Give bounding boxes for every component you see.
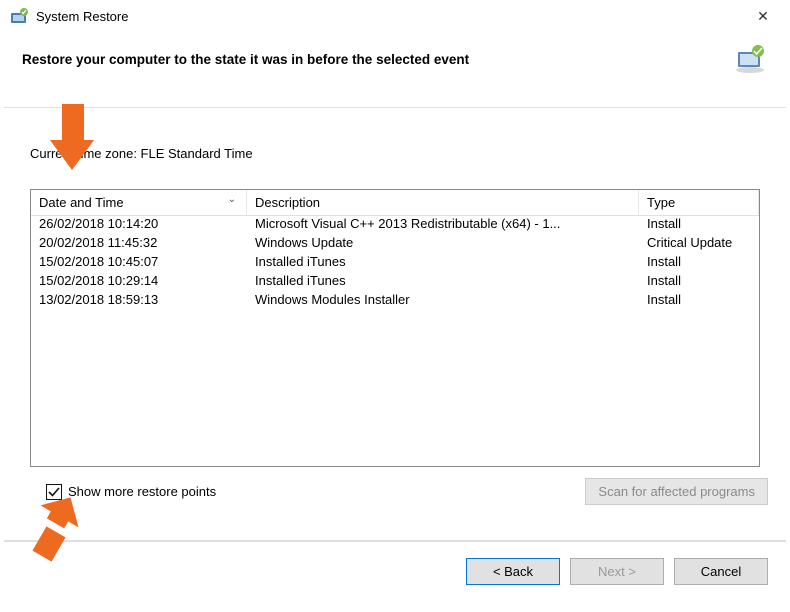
scan-affected-label: Scan for affected programs <box>598 484 755 499</box>
titlebar: System Restore ✕ <box>0 0 790 32</box>
column-header-type[interactable]: Type <box>639 190 759 215</box>
scan-affected-button[interactable]: Scan for affected programs <box>585 478 768 505</box>
table-row[interactable]: 15/02/2018 10:29:14 Installed iTunes Ins… <box>31 273 759 292</box>
timezone-label: Current time zone: FLE Standard Time <box>30 146 768 161</box>
column-header-type-label: Type <box>647 195 675 210</box>
bottom-divider <box>4 540 786 542</box>
system-restore-icon <box>10 7 28 25</box>
back-button-label: < Back <box>493 564 533 579</box>
next-button[interactable]: Next > <box>570 558 664 585</box>
restore-wizard-icon <box>732 44 768 74</box>
cell-type: Install <box>639 216 759 235</box>
table-row[interactable]: 26/02/2018 10:14:20 Microsoft Visual C++… <box>31 216 759 235</box>
table-header: Date and Time ⌄ Description Type <box>31 190 759 216</box>
cell-type: Install <box>639 292 759 311</box>
cell-date: 15/02/2018 10:45:07 <box>31 254 247 273</box>
column-header-description[interactable]: Description <box>247 190 639 215</box>
chevron-down-icon: ⌄ <box>228 194 236 205</box>
restore-points-table[interactable]: Date and Time ⌄ Description Type 26/02/2… <box>30 189 760 467</box>
heading-row: Restore your computer to the state it wa… <box>0 32 790 78</box>
page-heading: Restore your computer to the state it wa… <box>22 52 732 67</box>
cell-date: 26/02/2018 10:14:20 <box>31 216 247 235</box>
cell-desc: Microsoft Visual C++ 2013 Redistributabl… <box>247 216 639 235</box>
show-more-label: Show more restore points <box>68 484 216 499</box>
close-button[interactable]: ✕ <box>740 0 786 32</box>
show-more-checkbox[interactable] <box>46 484 62 500</box>
cell-desc: Windows Modules Installer <box>247 292 639 311</box>
footer-row: Show more restore points Scan for affect… <box>46 478 768 505</box>
close-icon: ✕ <box>757 8 769 25</box>
check-icon <box>48 486 60 498</box>
window-title: System Restore <box>36 9 128 24</box>
table-row[interactable]: 20/02/2018 11:45:32 Windows Update Criti… <box>31 235 759 254</box>
column-header-date[interactable]: Date and Time ⌄ <box>31 190 247 215</box>
cell-date: 15/02/2018 10:29:14 <box>31 273 247 292</box>
divider <box>4 107 786 108</box>
cell-date: 20/02/2018 11:45:32 <box>31 235 247 254</box>
cell-desc: Installed iTunes <box>247 254 639 273</box>
next-button-label: Next > <box>598 564 636 579</box>
table-row[interactable]: 15/02/2018 10:45:07 Installed iTunes Ins… <box>31 254 759 273</box>
cell-desc: Installed iTunes <box>247 273 639 292</box>
content-area: Current time zone: FLE Standard Time Dat… <box>30 146 768 467</box>
table-body: 26/02/2018 10:14:20 Microsoft Visual C++… <box>31 216 759 311</box>
back-button[interactable]: < Back <box>466 558 560 585</box>
cell-type: Critical Update <box>639 235 759 254</box>
cell-type: Install <box>639 273 759 292</box>
column-header-desc-label: Description <box>255 195 320 210</box>
button-bar: < Back Next > Cancel <box>466 558 768 585</box>
cell-desc: Windows Update <box>247 235 639 254</box>
table-row[interactable]: 13/02/2018 18:59:13 Windows Modules Inst… <box>31 292 759 311</box>
column-header-date-label: Date and Time <box>39 195 124 210</box>
cell-type: Install <box>639 254 759 273</box>
cell-date: 13/02/2018 18:59:13 <box>31 292 247 311</box>
cancel-button[interactable]: Cancel <box>674 558 768 585</box>
cancel-button-label: Cancel <box>701 564 741 579</box>
